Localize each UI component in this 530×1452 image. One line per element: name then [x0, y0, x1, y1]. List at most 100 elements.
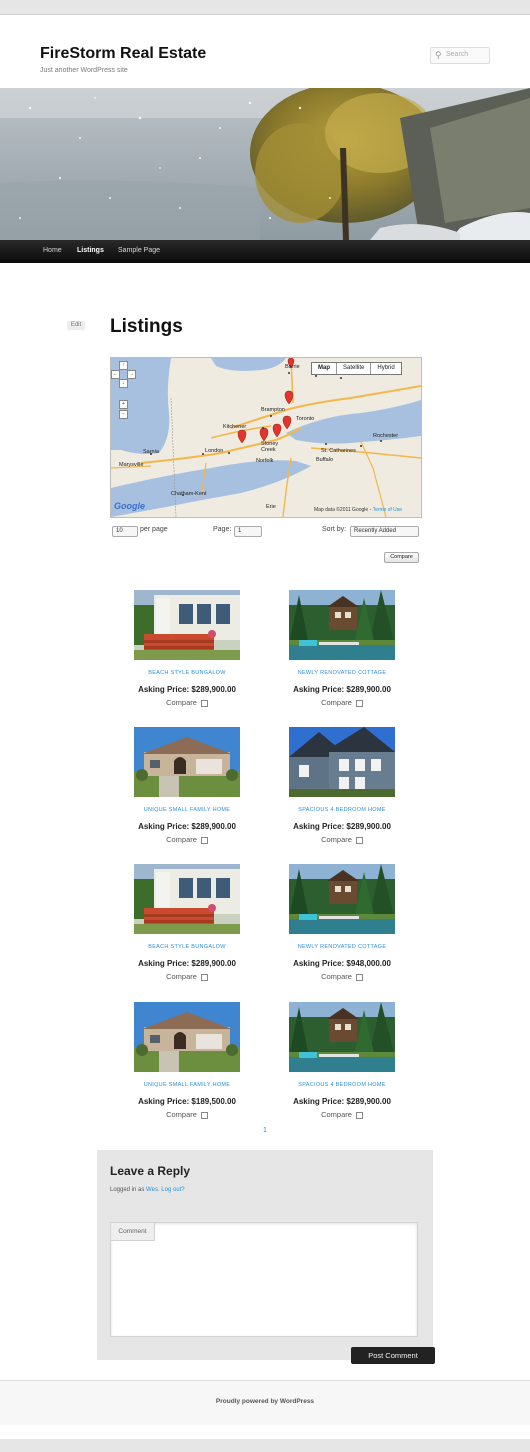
compare-checkbox[interactable] — [355, 699, 363, 707]
svg-text:Barrie: Barrie — [285, 364, 300, 370]
powered-by-link[interactable]: Proudly powered by WordPress — [0, 1398, 530, 1405]
listing-photo[interactable] — [134, 590, 240, 660]
header-banner-image — [0, 88, 530, 240]
comment-form: Leave a Reply Logged in as Wes. Log out?… — [97, 1150, 433, 1360]
compare-checkbox[interactable] — [355, 836, 363, 844]
main-nav: Home Listings Sample Page — [0, 240, 530, 263]
listing-card: Spacious 4 Bedroom Home Asking Price: $28… — [275, 727, 395, 857]
compare-checkbox[interactable] — [200, 1111, 208, 1119]
compare-checkbox[interactable] — [355, 973, 363, 981]
listing-name-link[interactable]: Beach Style Bungalow — [120, 670, 254, 676]
nav-item-listings[interactable]: Listings — [77, 247, 104, 254]
map-type-satellite[interactable]: Satellite — [337, 363, 372, 374]
sort-select[interactable]: Recently Added — [350, 526, 419, 537]
map-zoom-out-icon[interactable]: − — [119, 410, 128, 419]
map-type-map[interactable]: Map — [312, 363, 337, 374]
svg-text:London: London — [205, 448, 223, 454]
search-input[interactable]: ⚲ Search — [430, 47, 490, 64]
listing-controls: 10 per page Page: 1 Sort by: Recently Ad… — [110, 525, 420, 537]
page-select[interactable]: 1 — [234, 526, 262, 537]
nav-item-sample-page[interactable]: Sample Page — [118, 247, 160, 254]
nav-item-home[interactable]: Home — [43, 247, 62, 254]
listing-card: Beach Style Bungalow Asking Price: $289,9… — [120, 864, 240, 994]
map-pan-right-icon[interactable]: → — [127, 370, 136, 379]
listing-photo[interactable] — [289, 590, 395, 660]
svg-text:Norfolk: Norfolk — [256, 458, 274, 464]
map-terms-link[interactable]: Terms of Use — [373, 507, 402, 513]
pagination: 1 — [0, 1127, 530, 1134]
listing-price: Asking Price: $289,900.00 — [293, 822, 391, 831]
listing-card: Newly Renovated Cottage Asking Price: $94… — [275, 864, 395, 994]
listing-card: Newly Renovated Cottage Asking Price: $28… — [275, 590, 395, 720]
svg-text:Brampton: Brampton — [261, 407, 285, 413]
listing-compare: Compare — [120, 972, 254, 981]
svg-text:Marysville: Marysville — [119, 462, 143, 468]
comment-label: Comment — [110, 1222, 155, 1241]
listing-photo[interactable] — [134, 727, 240, 797]
listing-price: Asking Price: $289,900.00 — [138, 822, 236, 831]
listing-compare: Compare — [275, 1110, 409, 1119]
reply-title: Leave a Reply — [110, 1164, 191, 1178]
listing-price: Asking Price: $189,500.00 — [138, 1097, 236, 1106]
listing-name-link[interactable]: Beach Style Bungalow — [120, 944, 254, 950]
listings-map[interactable]: BarrieMarkhamOshawa BramptonTorontoKitch… — [110, 357, 422, 518]
svg-text:Toronto: Toronto — [296, 416, 314, 422]
comment-textarea[interactable] — [110, 1222, 418, 1337]
svg-text:Chatham-Kent: Chatham-Kent — [171, 491, 207, 497]
search-placeholder: Search — [446, 51, 469, 58]
site-description: Just another WordPress site — [40, 67, 128, 74]
compare-checkbox[interactable] — [200, 973, 208, 981]
compare-checkbox[interactable] — [200, 699, 208, 707]
listing-name-link[interactable]: Unique Small Family Home — [120, 807, 254, 813]
logout-link[interactable]: Log out? — [161, 1187, 184, 1193]
edit-link[interactable]: Edit — [67, 321, 85, 330]
map-pan-up-icon[interactable]: ↑ — [119, 361, 128, 370]
listing-name-link[interactable]: Spacious 4 Bedroom Home — [275, 1082, 409, 1088]
svg-text:Sarnia: Sarnia — [143, 449, 160, 455]
logged-in-text: Logged in as Wes. Log out? — [110, 1187, 185, 1193]
compare-checkbox[interactable] — [200, 836, 208, 844]
listing-name-link[interactable]: Newly Renovated Cottage — [275, 670, 409, 676]
svg-text:St. Catharines: St. Catharines — [321, 448, 356, 454]
svg-text:Buffalo: Buffalo — [316, 457, 333, 463]
listing-price: Asking Price: $289,900.00 — [293, 685, 391, 694]
svg-text:Creek: Creek — [261, 447, 276, 453]
map-credit: Map data ©2011 Google - Terms of Use — [314, 507, 403, 513]
map-zoom-in-icon[interactable]: + — [119, 400, 128, 409]
map-type-selector: Map Satellite Hybrid — [311, 362, 402, 375]
compare-button[interactable]: Compare — [384, 552, 419, 563]
compare-checkbox[interactable] — [355, 1111, 363, 1119]
map-type-hybrid[interactable]: Hybrid — [371, 363, 400, 374]
svg-text:Erie: Erie — [266, 504, 276, 510]
listing-compare: Compare — [275, 835, 409, 844]
listing-compare: Compare — [120, 835, 254, 844]
svg-text:Rochester: Rochester — [373, 433, 398, 439]
per-page-label: per page — [140, 526, 168, 533]
search-icon: ⚲ — [435, 50, 442, 60]
listing-price: Asking Price: $289,900.00 — [293, 1097, 391, 1106]
user-link[interactable]: Wes. — [146, 1187, 160, 1193]
map-pan-down-icon[interactable]: ↓ — [119, 379, 128, 388]
listing-photo[interactable] — [289, 727, 395, 797]
listing-photo[interactable] — [289, 864, 395, 934]
listing-photo[interactable] — [134, 864, 240, 934]
pagination-page-1[interactable]: 1 — [263, 1127, 267, 1134]
listing-card: Beach Style Bungalow Asking Price: $289,9… — [120, 590, 240, 720]
map-pan-left-icon[interactable]: ← — [111, 370, 120, 379]
site-title[interactable]: FireStorm Real Estate — [40, 45, 206, 63]
listing-price: Asking Price: $289,900.00 — [138, 685, 236, 694]
listing-name-link[interactable]: Unique Small Family Home — [120, 1082, 254, 1088]
post-comment-button[interactable]: Post Comment — [351, 1347, 435, 1364]
google-logo: Google — [114, 501, 145, 511]
site-footer: Proudly powered by WordPress — [0, 1380, 530, 1425]
listing-compare: Compare — [275, 972, 409, 981]
listing-photo[interactable] — [289, 1002, 395, 1072]
listing-photo[interactable] — [134, 1002, 240, 1072]
listing-price: Asking Price: $289,900.00 — [138, 959, 236, 968]
listing-price: Asking Price: $948,000.00 — [293, 959, 391, 968]
per-page-select[interactable]: 10 — [112, 526, 138, 537]
page-title: Listings — [110, 316, 183, 337]
listing-card: Unique Small Family Home Asking Price: $1… — [120, 1002, 240, 1132]
listing-name-link[interactable]: Spacious 4 Bedroom Home — [275, 807, 409, 813]
listing-name-link[interactable]: Newly Renovated Cottage — [275, 944, 409, 950]
